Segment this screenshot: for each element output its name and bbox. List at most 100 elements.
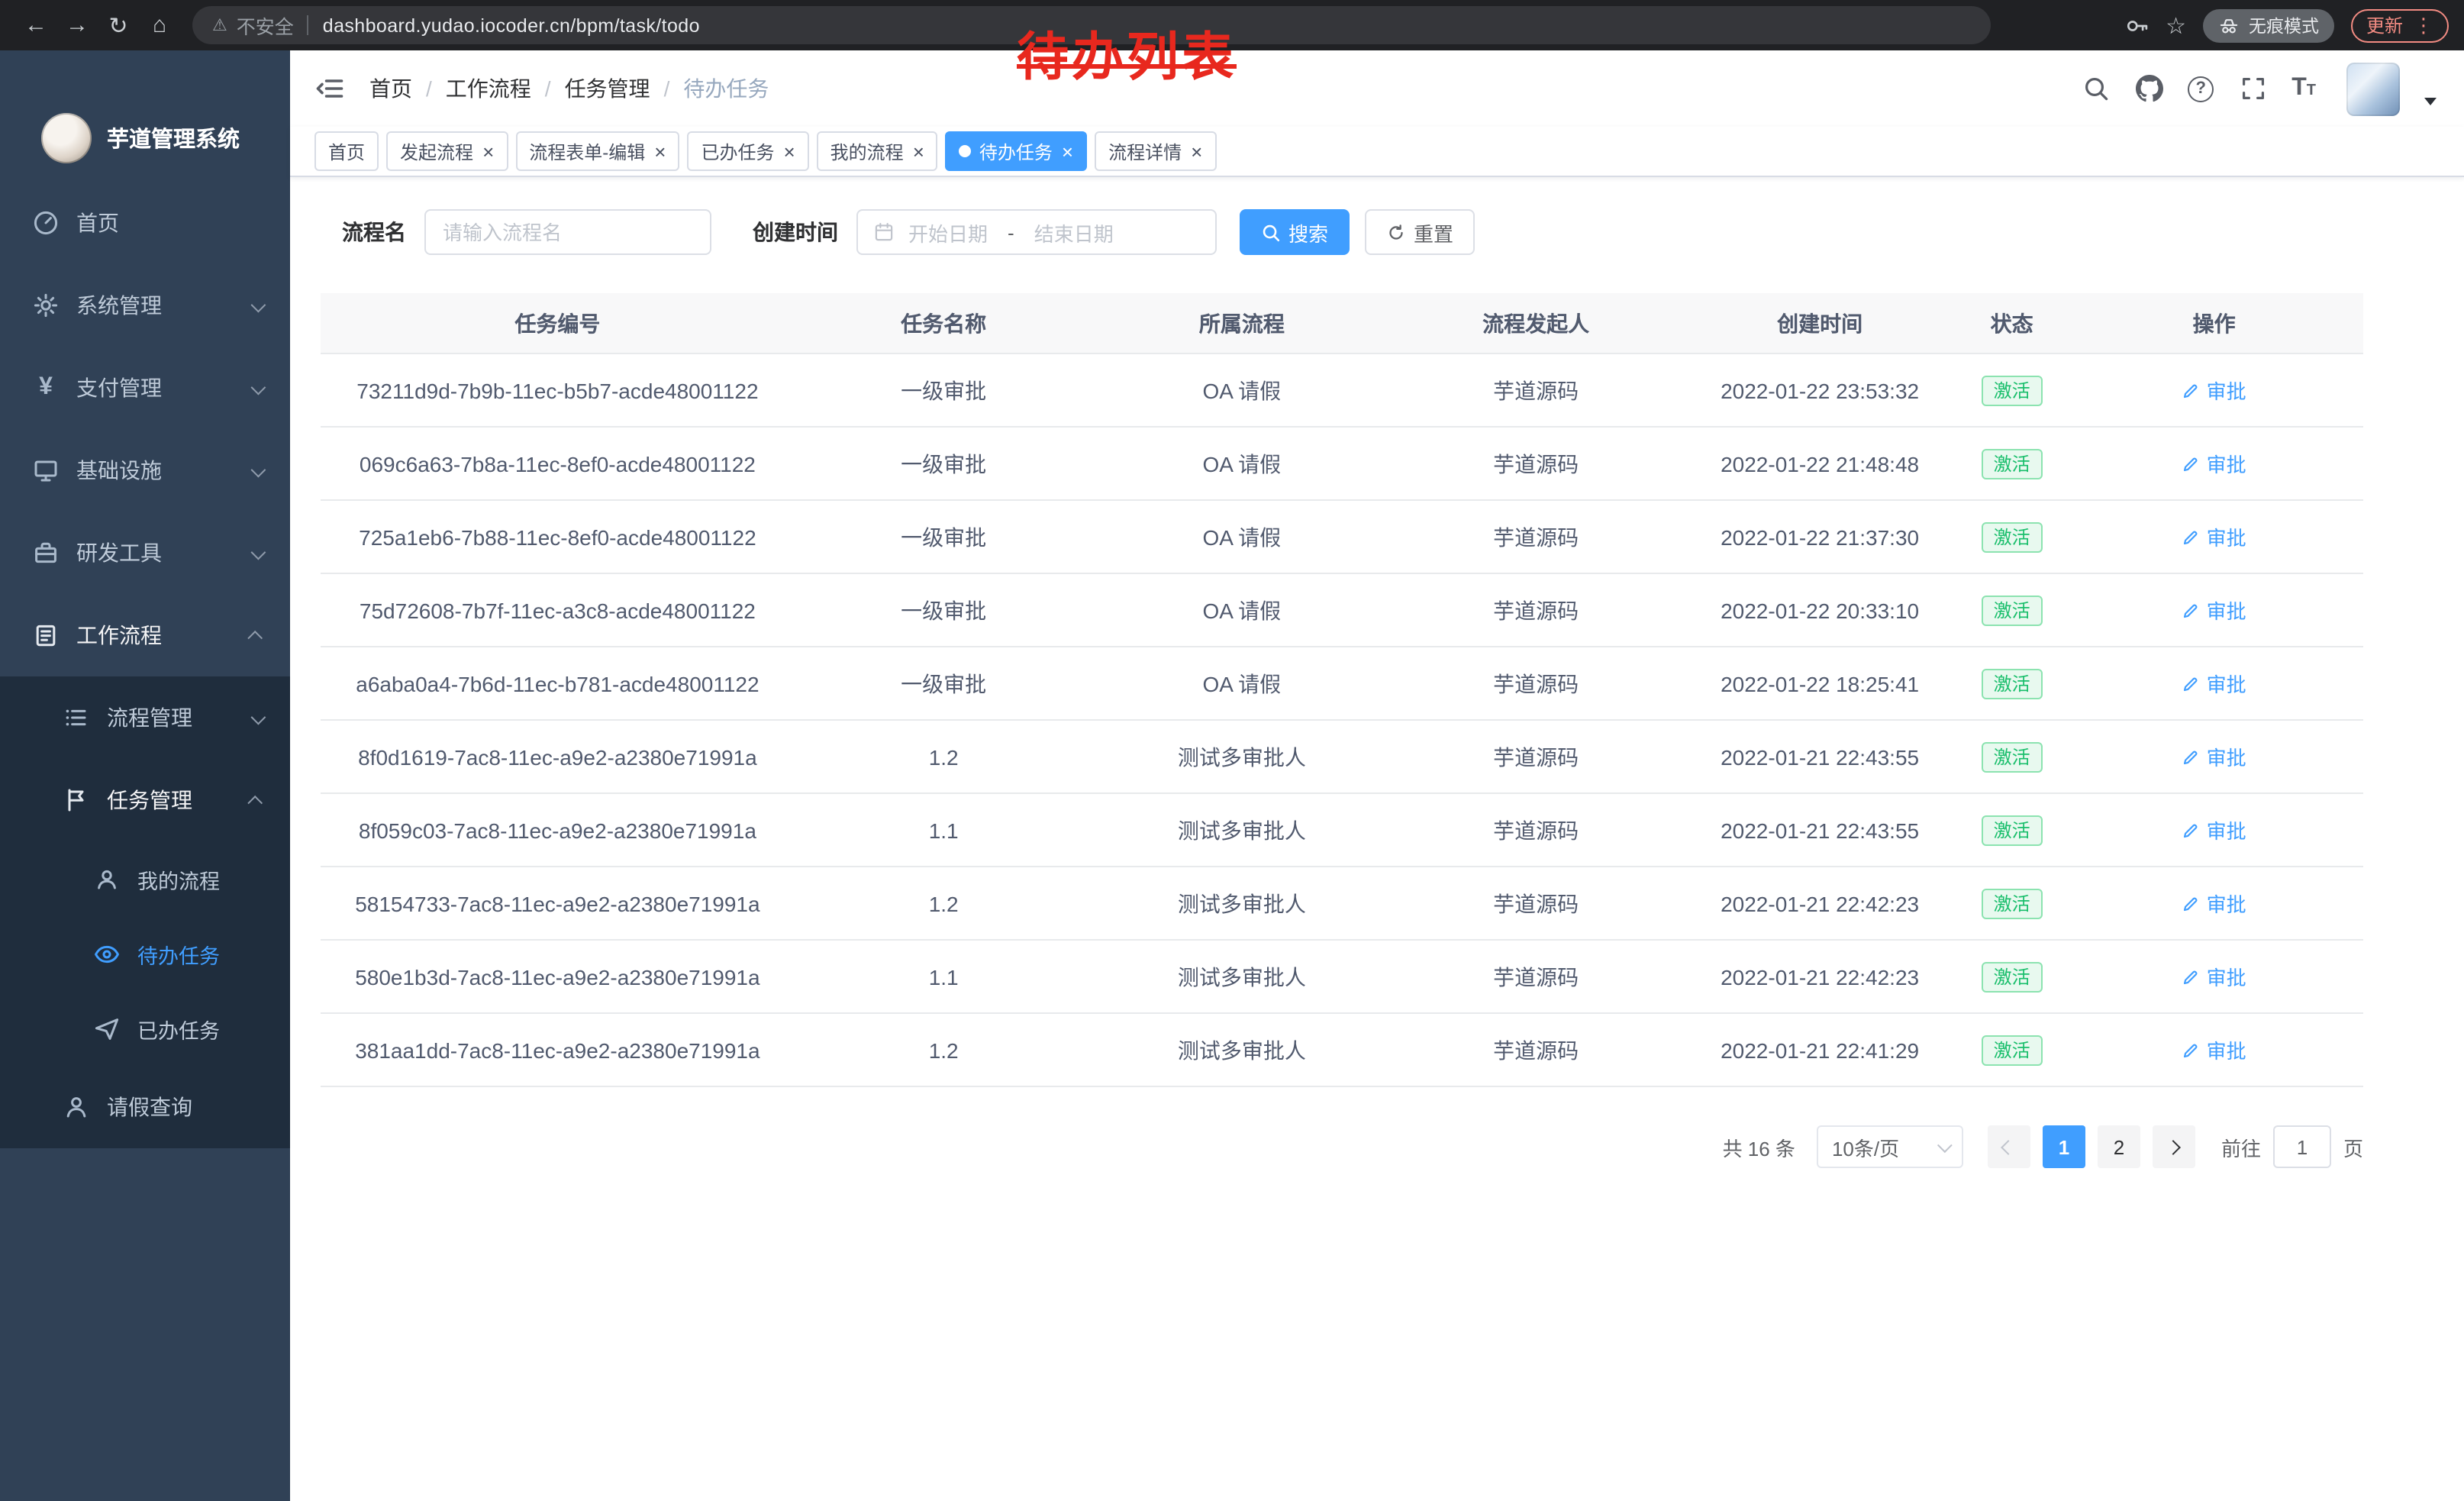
tab-home[interactable]: 首页 xyxy=(314,131,379,171)
cell-process: OA 请假 xyxy=(1093,595,1392,625)
sidebar-item-task-management[interactable]: 任务管理 xyxy=(0,759,290,841)
breadcrumb-home[interactable]: 首页 xyxy=(369,73,412,104)
sidebar-item-devtools[interactable]: 研发工具 xyxy=(0,512,290,594)
sidebar-item-my-process[interactable]: 我的流程 xyxy=(0,841,290,916)
not-secure-label[interactable]: 不安全 xyxy=(237,11,294,40)
github-icon[interactable] xyxy=(2134,74,2163,103)
total-count-label: 共 16 条 xyxy=(1723,1132,1795,1161)
tab-my-process[interactable]: 我的流程× xyxy=(817,131,938,171)
tab-process-detail[interactable]: 流程详情 × xyxy=(1095,131,1216,171)
approve-button[interactable]: 审批 xyxy=(2182,596,2246,625)
page-button-1[interactable]: 1 xyxy=(2043,1125,2085,1168)
cell-create-time: 2022-01-21 22:43:55 xyxy=(1681,744,1959,769)
sidebar-label: 我的流程 xyxy=(137,863,263,894)
approve-button[interactable]: 审批 xyxy=(2182,815,2246,844)
close-icon[interactable]: × xyxy=(482,141,494,161)
pencil-icon xyxy=(2182,454,2201,473)
tab-done-tasks[interactable]: 已办任务× xyxy=(687,131,808,171)
sidebar-logo-block[interactable]: 芋道管理系统 xyxy=(0,50,290,182)
sidebar-item-infrastructure[interactable]: 基础设施 xyxy=(0,429,290,512)
approve-button[interactable]: 审批 xyxy=(2182,376,2246,405)
approve-button[interactable]: 审批 xyxy=(2182,742,2246,771)
sidebar-item-system[interactable]: 系统管理 xyxy=(0,264,290,347)
avatar-dropdown-caret-icon[interactable] xyxy=(2424,97,2437,105)
pencil-icon xyxy=(2182,601,2201,619)
sidebar-item-process-management[interactable]: 流程管理 xyxy=(0,676,290,759)
chevron-down-icon xyxy=(251,462,266,477)
date-range-picker[interactable]: 开始日期 - 结束日期 xyxy=(856,209,1217,255)
approve-button[interactable]: 审批 xyxy=(2182,669,2246,698)
menu-fold-icon[interactable] xyxy=(314,73,345,104)
sidebar-item-todo-tasks[interactable]: 待办任务 xyxy=(0,916,290,991)
url-text[interactable]: dashboard.yudao.iocoder.cn/bpm/task/todo xyxy=(323,15,700,36)
process-name-input[interactable] xyxy=(424,209,711,255)
sidebar-item-done-tasks[interactable]: 已办任务 xyxy=(0,991,290,1066)
approve-button[interactable]: 审批 xyxy=(2182,1035,2246,1064)
cell-initiator: 芋道源码 xyxy=(1391,888,1681,918)
next-page-button[interactable] xyxy=(2153,1125,2195,1168)
tab-todo-tasks[interactable]: 待办任务 × xyxy=(946,131,1087,171)
col-header-actions: 操作 xyxy=(2065,308,2363,338)
help-icon[interactable]: ? xyxy=(2188,76,2214,102)
yen-icon: ¥ xyxy=(32,374,60,402)
sidebar-item-home[interactable]: 首页 xyxy=(0,182,290,264)
search-button-label: 搜索 xyxy=(1288,218,1328,247)
approve-label: 审批 xyxy=(2207,962,2246,991)
table-row: 8f0d1619-7ac8-11ec-a9e2-a2380e71991a 1.2… xyxy=(321,721,2363,794)
close-icon[interactable]: × xyxy=(1062,141,1073,161)
cell-initiator: 芋道源码 xyxy=(1391,448,1681,479)
page-size-select[interactable]: 10条/页 xyxy=(1817,1125,1963,1168)
browser-menu-icon[interactable]: ⋮ xyxy=(2414,13,2433,37)
cell-action: 审批 xyxy=(2065,889,2363,918)
flag-icon xyxy=(63,786,90,814)
user-avatar[interactable] xyxy=(2346,62,2400,115)
page-button-2[interactable]: 2 xyxy=(2098,1125,2140,1168)
bookmark-star-icon[interactable]: ☆ xyxy=(2166,11,2186,39)
tab-process-form-edit[interactable]: 流程表单-编辑 × xyxy=(515,131,679,171)
approve-label: 审批 xyxy=(2207,742,2246,771)
browser-forward-icon[interactable]: → xyxy=(56,12,98,38)
col-header-process: 所属流程 xyxy=(1093,308,1392,338)
browser-back-icon[interactable]: ← xyxy=(15,12,56,38)
approve-button[interactable]: 审批 xyxy=(2182,522,2246,551)
update-button[interactable]: 更新 ⋮ xyxy=(2351,8,2449,42)
close-icon[interactable]: × xyxy=(783,141,795,161)
sidebar-item-payment[interactable]: ¥ 支付管理 xyxy=(0,347,290,429)
password-key-icon[interactable] xyxy=(2124,13,2149,37)
font-size-icon[interactable]: T T xyxy=(2291,75,2316,102)
start-date-placeholder[interactable]: 开始日期 xyxy=(908,218,988,247)
sidebar-label: 工作流程 xyxy=(76,620,252,650)
chevron-down-icon xyxy=(251,379,266,395)
close-icon[interactable]: × xyxy=(913,141,924,161)
fullscreen-icon[interactable] xyxy=(2238,74,2267,103)
approve-button[interactable]: 审批 xyxy=(2182,962,2246,991)
cell-action: 审批 xyxy=(2065,962,2363,991)
browser-home-icon[interactable]: ⌂ xyxy=(139,12,180,38)
chevron-down-icon xyxy=(1937,1137,1953,1152)
approve-button[interactable]: 审批 xyxy=(2182,889,2246,918)
approve-button[interactable]: 审批 xyxy=(2182,449,2246,478)
prev-page-button[interactable] xyxy=(1988,1125,2030,1168)
end-date-placeholder[interactable]: 结束日期 xyxy=(1034,218,1114,247)
search-icon[interactable] xyxy=(2081,74,2110,103)
approve-label: 审批 xyxy=(2207,376,2246,405)
tab-label: 待办任务 xyxy=(979,138,1053,164)
reset-button[interactable]: 重置 xyxy=(1365,209,1475,255)
sidebar-item-leave-query[interactable]: 请假查询 xyxy=(0,1066,290,1148)
cell-create-time: 2022-01-21 22:42:23 xyxy=(1681,891,1959,915)
search-button[interactable]: 搜索 xyxy=(1240,209,1350,255)
incognito-label: 无痕模式 xyxy=(2249,13,2319,37)
tab-label: 流程详情 xyxy=(1108,138,1182,164)
cell-task-name: 1.2 xyxy=(795,744,1093,769)
tab-start-process[interactable]: 发起流程× xyxy=(386,131,508,171)
tab-label: 流程表单-编辑 xyxy=(529,138,645,164)
breadcrumb-workflow[interactable]: 工作流程 xyxy=(446,73,531,104)
status-badge: 激活 xyxy=(1982,961,2043,992)
goto-page-input[interactable] xyxy=(2273,1125,2331,1168)
sidebar-item-workflow[interactable]: 工作流程 xyxy=(0,594,290,676)
cell-task-name: 1.2 xyxy=(795,891,1093,915)
breadcrumb-task-management[interactable]: 任务管理 xyxy=(565,73,650,104)
browser-reload-icon[interactable]: ↻ xyxy=(98,11,139,39)
close-icon[interactable]: × xyxy=(1191,141,1202,161)
close-icon[interactable]: × xyxy=(654,141,666,161)
